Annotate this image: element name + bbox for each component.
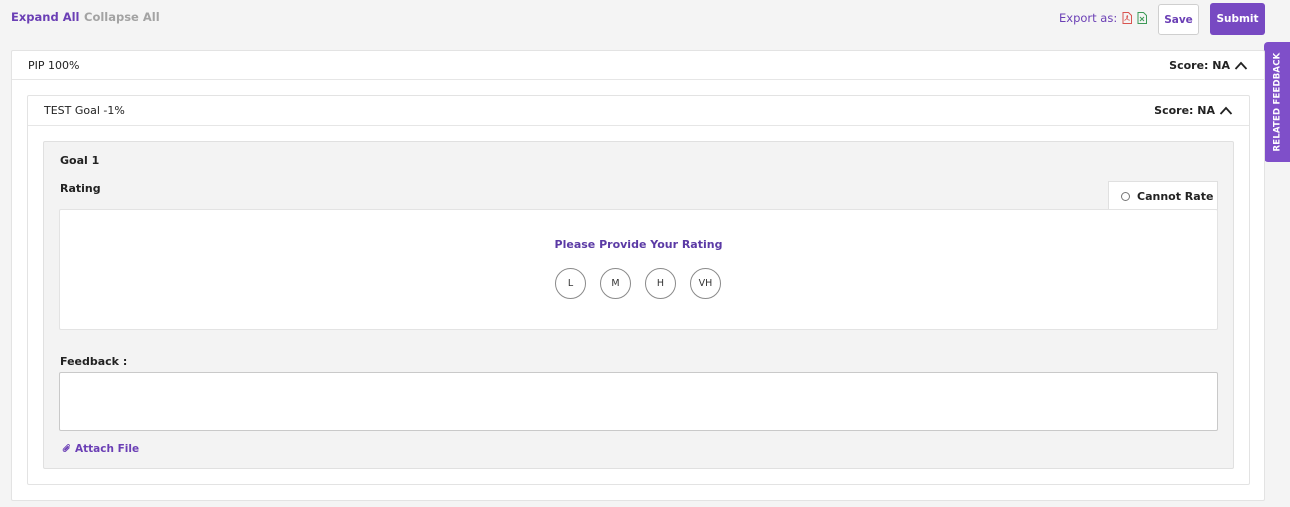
export-label: Export as: xyxy=(1059,11,1118,25)
goal-title: Goal 1 xyxy=(60,154,100,167)
attach-file-label: Attach File xyxy=(75,442,140,455)
expand-all-link[interactable]: Expand All xyxy=(11,10,79,24)
rating-card: Please Provide Your Rating L M H VH xyxy=(59,209,1218,330)
rating-option-m[interactable]: M xyxy=(600,268,631,299)
submit-button[interactable]: Submit xyxy=(1210,3,1265,35)
chevron-up-icon[interactable] xyxy=(1219,106,1233,116)
rating-option-l[interactable]: L xyxy=(555,268,586,299)
collapse-all-link[interactable]: Collapse All xyxy=(84,10,160,24)
related-feedback-tab[interactable]: RELATED FEEDBACK xyxy=(1264,42,1290,162)
goal-group-title: TEST Goal -1% xyxy=(44,104,125,117)
rating-option-h[interactable]: H xyxy=(645,268,676,299)
rating-label: Rating xyxy=(60,182,101,195)
rating-prompt: Please Provide Your Rating xyxy=(554,238,723,251)
cannot-rate-option[interactable]: Cannot Rate xyxy=(1108,181,1218,211)
cannot-rate-label: Cannot Rate xyxy=(1137,190,1214,203)
excel-icon[interactable] xyxy=(1137,12,1148,24)
export-group: Export as: xyxy=(1059,11,1148,25)
section-score: Score: NA xyxy=(1169,59,1230,72)
goal-group-panel: TEST Goal -1% Score: NA Goal 1 Rating Ca… xyxy=(27,95,1250,485)
top-toolbar: Expand All Collapse All Export as: Save … xyxy=(0,0,1290,40)
section-header[interactable]: PIP 100% Score: NA xyxy=(12,51,1264,80)
section-title: PIP 100% xyxy=(28,59,80,72)
goal-card: Goal 1 Rating Cannot Rate Please Provide… xyxy=(43,141,1234,469)
section-panel: PIP 100% Score: NA TEST Goal -1% Score: … xyxy=(11,50,1265,501)
related-feedback-label: RELATED FEEDBACK xyxy=(1272,52,1282,152)
feedback-textarea[interactable] xyxy=(59,372,1218,431)
attach-file-link[interactable]: Attach File xyxy=(62,439,139,458)
goal-group-score: Score: NA xyxy=(1154,104,1215,117)
pdf-icon[interactable] xyxy=(1122,12,1133,24)
save-button[interactable]: Save xyxy=(1158,4,1199,35)
goal-group-header[interactable]: TEST Goal -1% Score: NA xyxy=(28,96,1249,126)
chevron-up-icon[interactable] xyxy=(1234,61,1248,71)
rating-option-vh[interactable]: VH xyxy=(690,268,721,299)
feedback-label: Feedback : xyxy=(60,355,128,368)
paperclip-icon xyxy=(62,439,72,458)
cannot-rate-radio[interactable] xyxy=(1121,192,1130,201)
